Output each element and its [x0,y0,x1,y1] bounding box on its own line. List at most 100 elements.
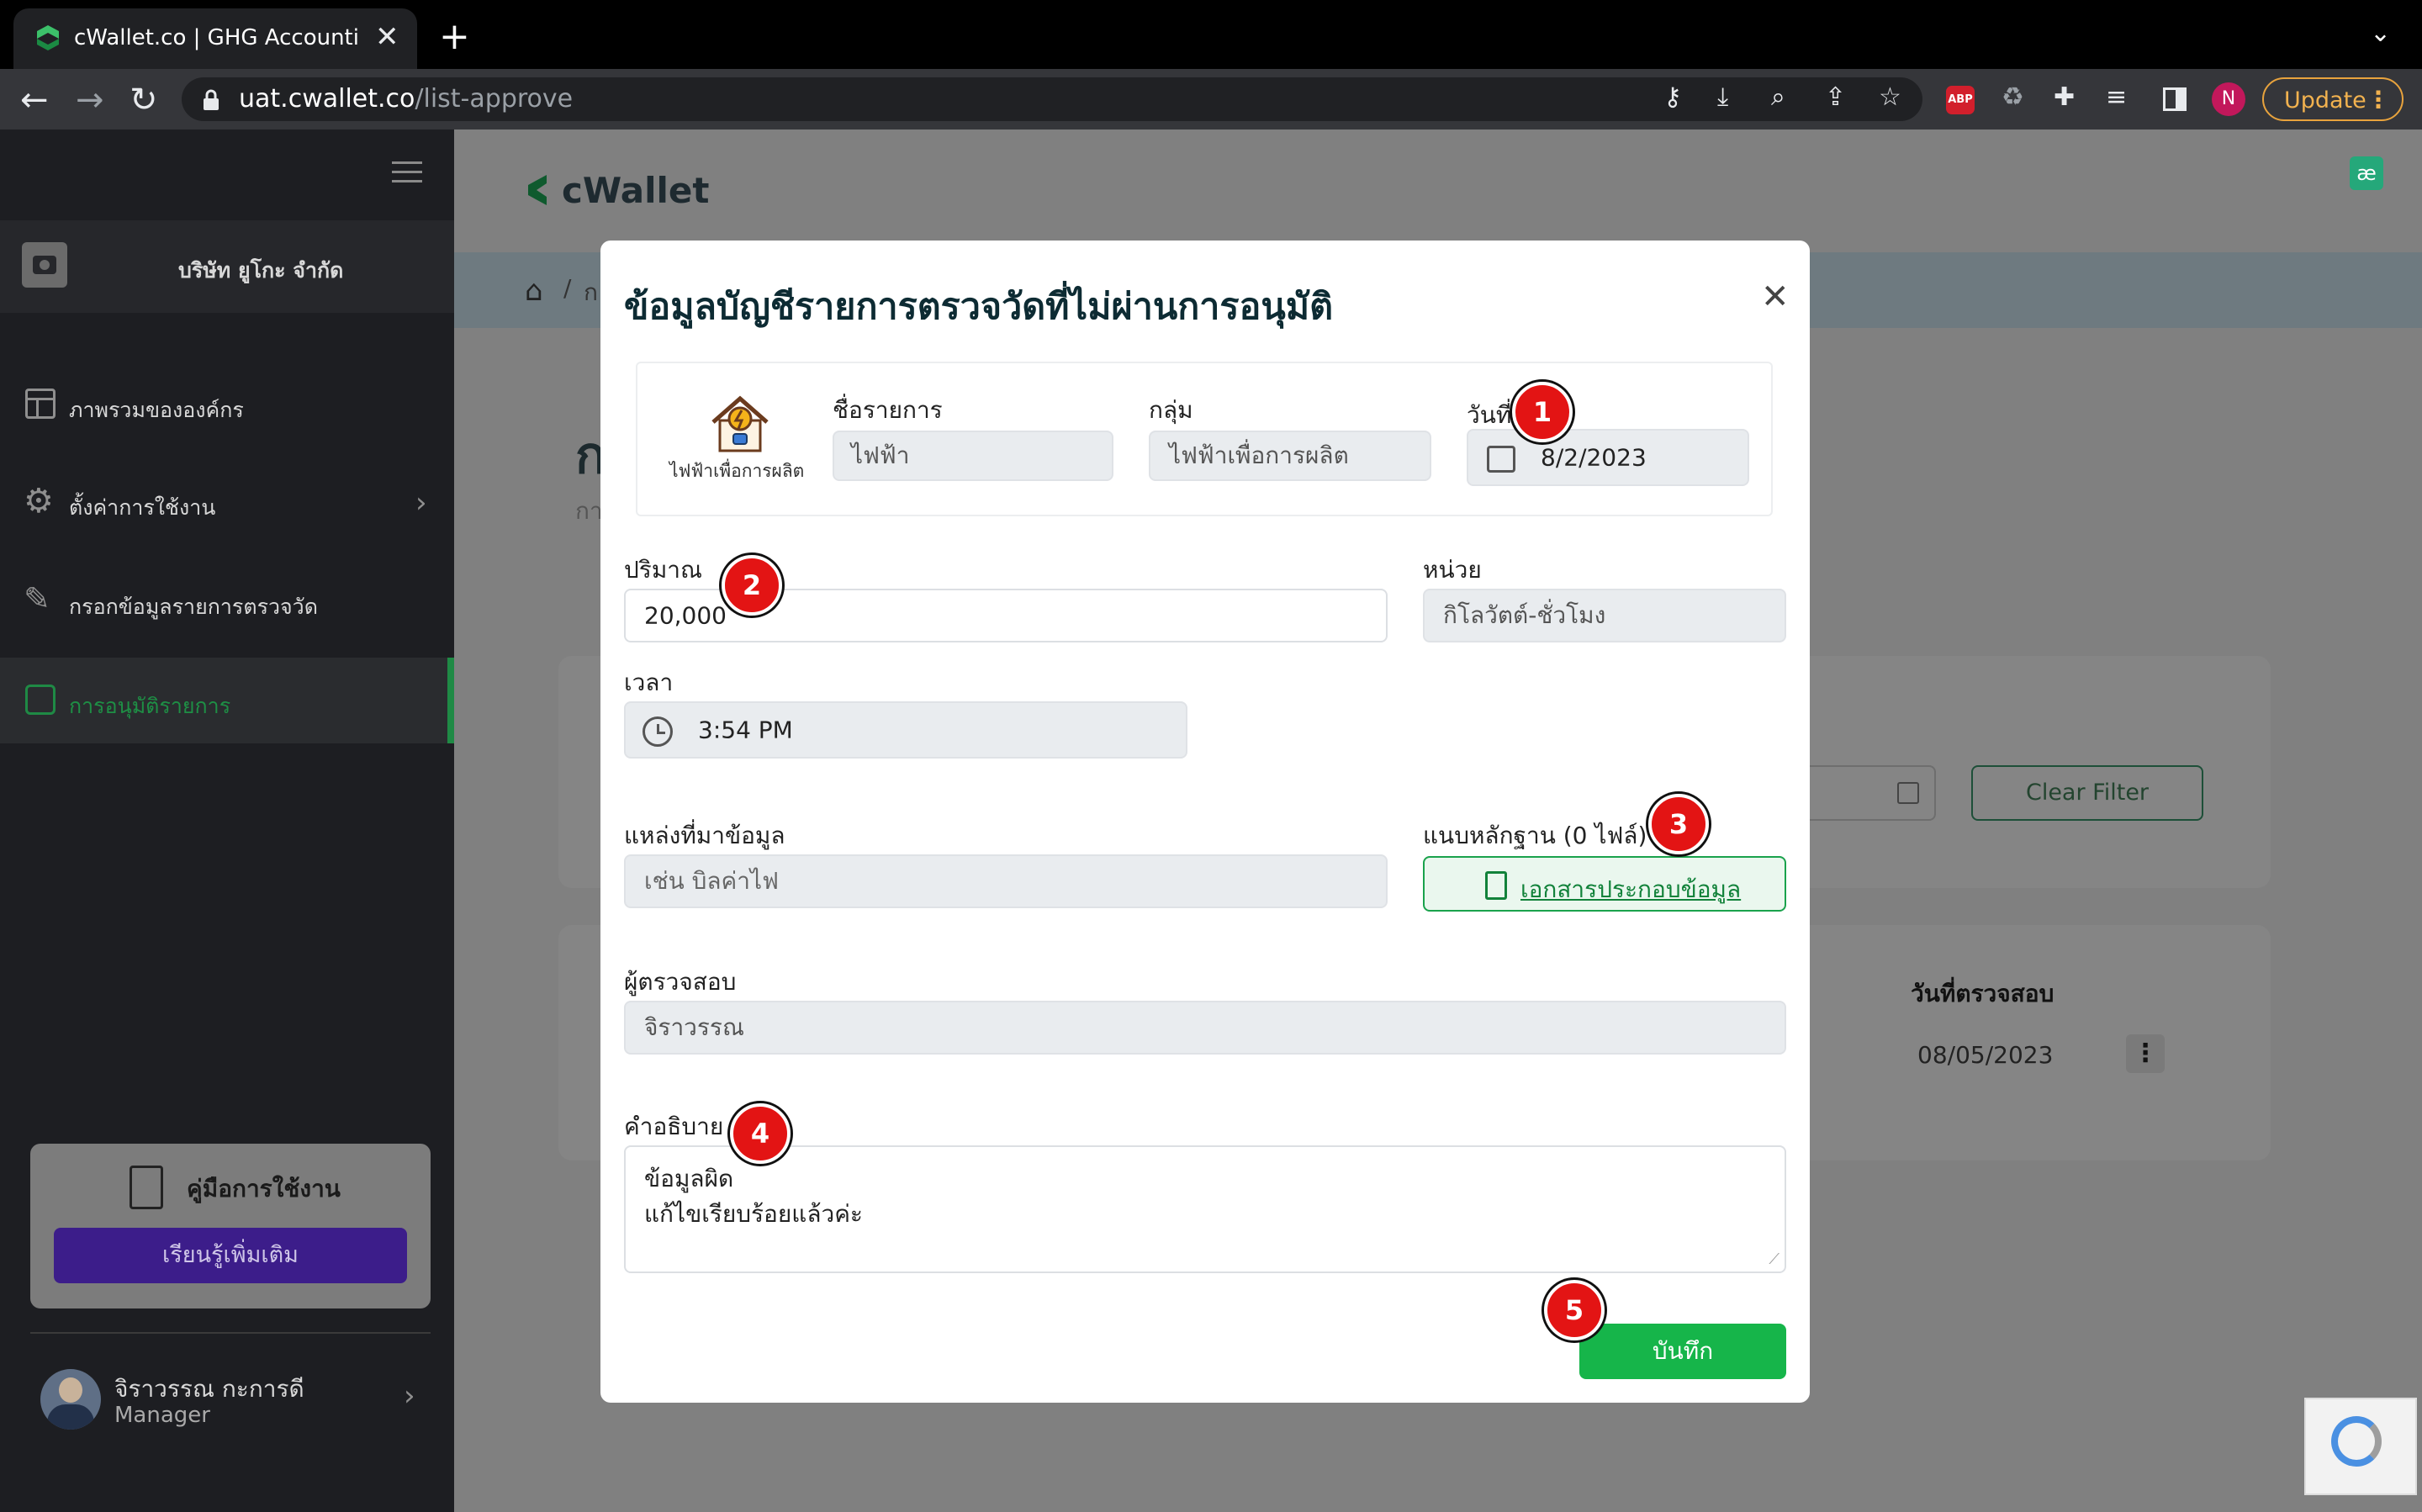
clear-filter-label: Clear Filter [2025,780,2150,806]
favicon-icon [37,25,59,50]
resize-handle-icon[interactable]: ⟋ [1769,1250,1779,1268]
source-placeholder: เช่น บิลค่าไฟ [644,867,779,895]
company-name: บริษัท ยูโกะ จำกัด [178,258,344,283]
unit-label: หน่วย [1423,556,1482,584]
hamburger-menu-icon[interactable] [392,161,422,183]
approve-icon [25,685,56,715]
group-field: ไฟฟ้าเพื่อการผลิต [1149,431,1431,481]
extensions-icon[interactable]: ✚ [2054,82,2075,112]
group-value: ไฟฟ้าเพื่อการผลิต [1169,441,1349,469]
ae-extension-icon[interactable]: æ [2350,156,2383,190]
description-line: ข้อมูลผิด [644,1165,734,1192]
sidebar-item-settings[interactable]: ตั้งค่าการใช้งาน [69,491,215,525]
table-cell-date: 08/05/2023 [1917,1041,2054,1069]
quantity-label: ปริมาณ [624,556,702,584]
breadcrumb[interactable]: ก [584,274,598,311]
share-icon[interactable]: ⇪ [1825,82,1846,112]
name-value: ไฟฟ้า [851,441,910,469]
recycle-icon[interactable]: ♻ [2002,82,2024,112]
unit-value: กิโลวัตต์-ชั่วโมง [1443,601,1606,629]
camera-icon[interactable] [22,242,67,288]
sidebar-item-approval[interactable]: การอนุมัติรายการ [69,690,230,723]
back-icon[interactable]: ← [20,81,49,119]
date-value: 8/2/2023 [1541,443,1647,472]
profile-initial: N [2221,88,2236,109]
forward-icon[interactable]: → [76,81,104,119]
gear-icon: ⚙ [24,482,54,521]
manual-book-icon [130,1166,163,1209]
sidebar-item-data-entry[interactable]: กรอกข้อมูลรายการตรวจวัด [69,590,318,624]
annotation-badge: 2 [722,555,782,616]
star-icon[interactable]: ☆ [1879,82,1901,112]
chevron-right-icon[interactable]: › [415,486,427,520]
user-chevron-right-icon[interactable]: › [404,1379,415,1413]
sidebar-divider [30,1332,431,1334]
reload-icon[interactable]: ↻ [130,81,158,119]
description-label: คำอธิบาย [624,1113,724,1140]
description-line: แก้ไขเรียบร้อยแล้วค่ะ [644,1200,863,1228]
unit-field: กิโลวัตต์-ชั่วโมง [1423,589,1786,642]
sidebar-item-overview[interactable]: ภาพรวมขององค์กร [69,394,244,427]
adblock-icon[interactable]: ABP [1946,86,1975,114]
save-label: บันทึก [1652,1337,1714,1365]
modal-title: ข้อมูลบัญชีรายการตรวจวัดที่ไม่ผ่านการอนุ… [624,286,1333,328]
new-tab-icon[interactable]: + [439,15,470,58]
key-icon[interactable]: ⚷ [1663,82,1682,112]
row-actions-button[interactable]: ⋮ [2126,1034,2165,1073]
page-subtitle: กา [575,497,603,525]
time-label: เวลา [624,669,674,696]
install-icon[interactable]: ⤓ [1717,82,1728,112]
more-vert-icon[interactable]: ⋮ [2366,86,2390,114]
date-field[interactable]: 8/2/2023 [1467,429,1749,486]
inspector-value: จิราวรรณ [644,1013,744,1041]
lock-icon [204,89,219,110]
supporting-document-label: เอกสารประกอบข้อมูล [1520,875,1742,903]
inspector-label: ผู้ตรวจสอบ [624,968,737,996]
annotation-badge: 1 [1512,382,1573,442]
item-icon-caption: ไฟฟ้าเพื่อการผลิต [669,461,805,481]
tab-close-icon[interactable]: ✕ [375,20,399,54]
app-logo[interactable]: cWallet [562,170,709,211]
source-label: แหล่งที่มาข้อมูล [624,822,785,849]
update-label: Update [2284,87,2366,114]
clear-filter-button[interactable]: Clear Filter [1971,765,2203,821]
close-icon[interactable]: ✕ [1761,278,1790,316]
learn-more-button[interactable]: เรียนรู้เพิ่มเติม [54,1228,407,1283]
avatar[interactable] [40,1369,101,1430]
source-input[interactable]: เช่น บิลค่าไฟ [624,854,1388,908]
name-field: ไฟฟ้า [833,431,1113,481]
time-field[interactable]: 3:54 PM [624,701,1187,759]
clock-icon [643,716,673,747]
save-button[interactable]: บันทึก [1579,1324,1786,1379]
annotation-badge: 4 [730,1103,791,1164]
learn-more-label: เรียนรู้เพิ่มเติม [162,1242,299,1268]
chevron-down-icon[interactable]: ⌄ [2370,19,2391,48]
calendar-icon[interactable] [1897,782,1919,804]
column-header-date[interactable]: วันที่ตรวจสอบ [1911,975,2054,1012]
electric-house-icon [711,395,769,452]
home-icon[interactable]: ⌂ [525,274,543,308]
description-textarea[interactable]: ข้อมูลผิด แก้ไขเรียบร้อยแล้วค่ะ ⟋ [624,1145,1786,1273]
evidence-label: แนบหลักฐาน (0 ไฟล์) [1423,822,1647,849]
inspector-field: จิราวรรณ [624,1001,1786,1055]
user-role: Manager [114,1403,210,1428]
supporting-document-button[interactable]: เอกสารประกอบข้อมูล [1423,856,1786,912]
url-path: /list-approve [415,84,574,114]
document-icon [1485,871,1507,900]
name-label: ชื่อรายการ [833,396,943,424]
zoom-icon[interactable]: ⌕ [1771,82,1785,112]
profile-avatar[interactable]: N [2212,82,2245,116]
time-value: 3:54 PM [698,716,793,744]
quantity-value: 20,000 [644,601,727,630]
update-button[interactable]: Update ⋮ [2262,77,2403,121]
reading-list-icon[interactable]: ≡ [2106,82,2127,112]
annotation-badge: 3 [1648,794,1709,854]
side-panel-icon[interactable] [2163,87,2187,111]
url-host: uat.cwallet.co [239,84,415,114]
tab-title: cWallet.co | GHG Accounting S [74,25,360,50]
manual-title: คู่มือการใช้งาน [187,1175,341,1203]
recaptcha-icon [2331,1416,2382,1467]
breadcrumb-separator: / [563,274,572,302]
recaptcha-badge[interactable] [2304,1398,2417,1495]
cwallet-logo-icon [525,173,548,207]
